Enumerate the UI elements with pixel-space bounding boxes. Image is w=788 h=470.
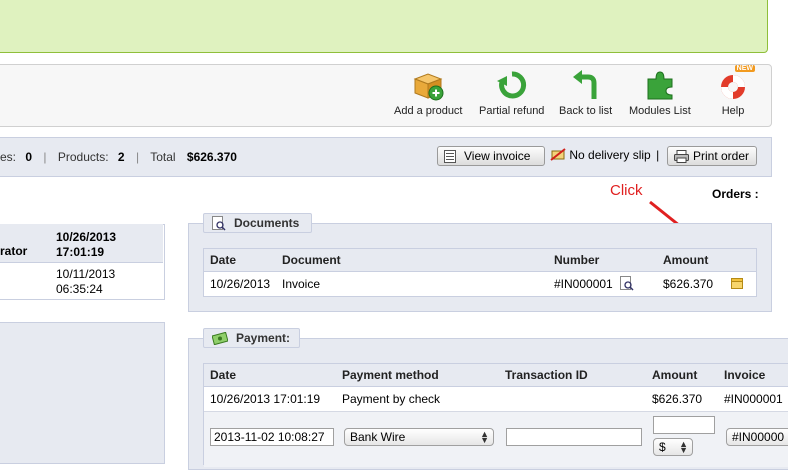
payment-col-method: Payment method: [342, 368, 439, 382]
left-lower-panel: [0, 322, 165, 464]
payment-date-input[interactable]: [210, 428, 334, 446]
money-icon: [211, 331, 229, 345]
documents-legend: Documents: [203, 213, 312, 233]
history-header-label: rator: [0, 244, 28, 258]
no-delivery-slip: No delivery slip |: [550, 148, 659, 162]
refresh-icon: [496, 69, 528, 101]
modules-list-label: Modules List: [629, 105, 691, 117]
document-view-icon[interactable]: [620, 276, 634, 291]
select-arrows-icon: ▲ ▼: [679, 439, 688, 455]
payment-method: Payment by check: [342, 392, 441, 406]
document-search-icon: [212, 215, 226, 231]
history-row-date: 10/11/2013: [56, 267, 116, 281]
new-badge: NEW: [734, 65, 755, 72]
toolbar: Add a product Partial refund Back to lis…: [0, 64, 772, 127]
add-product-label: Add a product: [394, 105, 463, 117]
payment-legend-label: Payment:: [236, 331, 291, 345]
document-date: 10/26/2013: [210, 277, 271, 291]
back-arrow-icon: [570, 69, 602, 101]
payment-invoice-value: #IN00000: [732, 430, 785, 444]
payment-legend: Payment:: [203, 328, 300, 348]
lifebuoy-icon: NEW: [717, 65, 755, 101]
history-header-date: 10/26/2013: [56, 230, 117, 244]
payment-col-date: Date: [210, 368, 237, 382]
payment-col-invoice: Invoice: [724, 368, 766, 382]
documents-table: Date Document Number Amount 10/26/2013 I…: [203, 248, 757, 297]
total-label: Total: [150, 150, 176, 164]
documents-col-date: Date: [210, 253, 237, 267]
back-to-list-button[interactable]: Back to list: [559, 69, 612, 117]
pipe-separator: |: [656, 148, 660, 162]
documents-legend-label: Documents: [234, 216, 300, 230]
separator: |: [135, 150, 140, 164]
view-invoice-button[interactable]: View invoice: [437, 146, 545, 166]
select-arrows-icon: ▲ ▼: [480, 429, 489, 445]
no-delivery-slip-label: No delivery slip: [569, 148, 651, 162]
modules-list-button[interactable]: Modules List: [629, 69, 691, 117]
products-count: 2: [117, 150, 125, 164]
back-to-list-label: Back to list: [559, 105, 613, 117]
currency-value: $: [659, 440, 666, 454]
summary-count: 0: [25, 150, 33, 164]
history-header-time: 17:01:19: [56, 245, 105, 259]
documents-col-amount: Amount: [663, 253, 709, 267]
payment-header-row: [204, 364, 788, 387]
history-row-time: 06:35:24: [56, 282, 103, 296]
payment-col-transaction: Transaction ID: [505, 368, 588, 382]
help-label: Help: [721, 105, 745, 117]
payment-table: Date Payment method Transaction ID Amoun…: [203, 363, 788, 467]
payment-method-select[interactable]: Bank Wire ▲ ▼: [344, 428, 494, 446]
partial-refund-button[interactable]: Partial refund: [479, 69, 544, 117]
document-number[interactable]: #IN000001: [554, 277, 613, 291]
document-type: Invoice: [282, 277, 321, 291]
view-invoice-label: View invoice: [464, 149, 531, 163]
partial-refund-label: Partial refund: [479, 105, 545, 117]
puzzle-icon: [644, 69, 676, 101]
payment-method-value: Bank Wire: [350, 430, 406, 444]
add-product-button[interactable]: Add a product: [394, 69, 463, 117]
products-label: Products:: [57, 150, 109, 164]
separator: |: [43, 150, 47, 164]
click-annotation: Click: [610, 182, 643, 199]
payment-col-amount: Amount: [652, 368, 698, 382]
payment-amount-input[interactable]: [653, 416, 715, 434]
no-delivery-icon: [550, 148, 566, 161]
invoice-icon: [444, 149, 456, 163]
box-add-icon: [412, 69, 444, 101]
document-amount: $626.370: [663, 277, 714, 291]
order-summary-text: es: 0 | Products: 2 | Total $626.370: [0, 150, 237, 164]
printer-icon: [674, 149, 689, 163]
note-icon[interactable]: [731, 278, 743, 289]
help-button[interactable]: NEW Help: [717, 65, 755, 117]
payment-amount: $626.370: [652, 392, 703, 406]
message-bar: [0, 0, 768, 53]
payment-invoice: #IN000001: [724, 392, 783, 406]
payment-date: 10/26/2013 17:01:19: [210, 392, 321, 406]
transaction-id-input[interactable]: [506, 428, 642, 446]
total-value: $626.370: [186, 150, 237, 164]
orders-label: Orders :: [712, 187, 759, 201]
summary-prefix: es:: [0, 150, 17, 164]
payment-invoice-select[interactable]: #IN00000: [726, 428, 788, 446]
print-order-label: Print order: [693, 149, 750, 163]
documents-col-document: Document: [282, 253, 341, 267]
print-order-button[interactable]: Print order: [667, 146, 757, 166]
currency-select[interactable]: $ ▲ ▼: [653, 438, 693, 456]
documents-col-number: Number: [554, 253, 600, 267]
